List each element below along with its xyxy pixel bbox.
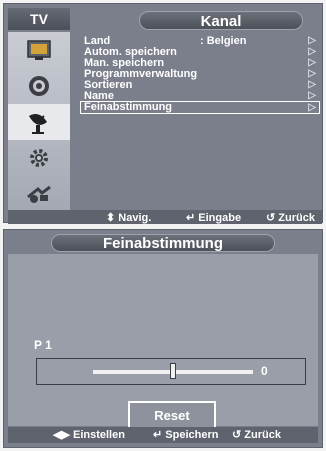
menu-footer: ⬍ Navig. ↵ Eingabe ↺ Zurück [8, 210, 322, 224]
navig-label: Navig. [118, 212, 152, 224]
sidebar-item-picture[interactable] [8, 32, 70, 68]
category-sidebar [8, 32, 70, 212]
arrow-right-icon: ▷ [308, 68, 316, 79]
slider-value: 0 [261, 364, 268, 378]
up-down-icon: ⬍ [106, 212, 116, 224]
return-icon: ↺ [266, 212, 276, 224]
fine-tune-footer: ◀▶ Einstellen ↵ Speichern ↺ Zurück [8, 427, 318, 443]
save-label: Speichern [165, 429, 219, 441]
sidebar-item-sound[interactable] [8, 68, 70, 104]
adjust-label: Einstellen [72, 429, 125, 441]
sidebar-item-setup[interactable] [8, 140, 70, 176]
arrow-right-icon: ▷ [308, 57, 316, 68]
return-icon: ↺ [232, 429, 242, 441]
picture-icon [26, 39, 52, 61]
menu-item-sortieren[interactable]: Sortieren ▷ [82, 79, 318, 91]
slider-handle[interactable] [170, 363, 176, 379]
menu-title: Kanal [139, 11, 303, 30]
sound-icon [27, 74, 51, 98]
channel-icon [25, 108, 53, 136]
enter-icon: ↵ [186, 212, 196, 224]
enter-hint: ↵ Eingabe [186, 211, 241, 224]
enter-label: Eingabe [198, 212, 242, 224]
channel-number: P 1 [34, 338, 52, 352]
fine-tune-panel: Feinabstimmung P 1 0 Reset ◀▶ Einstellen… [3, 229, 323, 448]
setup-icon [27, 146, 51, 170]
adjust-hint: ◀▶ Einstellen [53, 428, 125, 441]
back-hint: ↺ Zurück [232, 428, 281, 441]
fine-tune-body: P 1 0 Reset [8, 254, 318, 429]
fine-tune-title: Feinabstimmung [51, 234, 275, 252]
menu-content: Land : Belgien ▷ Autom. speichern ▷ Man.… [78, 34, 322, 208]
back-label: Zurück [244, 429, 281, 441]
arrow-right-icon: ▷ [308, 90, 316, 101]
enter-icon: ↵ [153, 429, 163, 441]
navig-hint: ⬍ Navig. [106, 211, 151, 224]
arrow-right-icon: ▷ [308, 102, 316, 113]
left-right-icon: ◀▶ [53, 429, 70, 441]
arrow-right-icon: ▷ [308, 46, 316, 57]
fine-tune-slider[interactable]: 0 [36, 358, 306, 385]
channel-menu-panel: TV Kanal Land: Belgien ▷ Autom. speiche… [3, 3, 323, 224]
arrow-right-icon: ▷ [308, 35, 316, 46]
tv-mode-label: TV [8, 8, 70, 30]
reset-button[interactable]: Reset [128, 401, 216, 429]
save-hint: ↵ Speichern [153, 428, 218, 441]
arrow-right-icon: ▷ [308, 79, 316, 90]
menu-item-label: Feinabstimmung [84, 101, 173, 113]
input-icon [26, 183, 52, 205]
menu-item-feinabstimmung[interactable]: Feinabstimmung ▷ [80, 101, 320, 114]
back-label: Zurück [278, 212, 315, 224]
back-hint: ↺ Zurück [266, 211, 315, 224]
sidebar-item-input[interactable] [8, 176, 70, 212]
menu-item-value: : Belgien [200, 35, 247, 47]
sidebar-item-channel[interactable] [8, 104, 70, 140]
